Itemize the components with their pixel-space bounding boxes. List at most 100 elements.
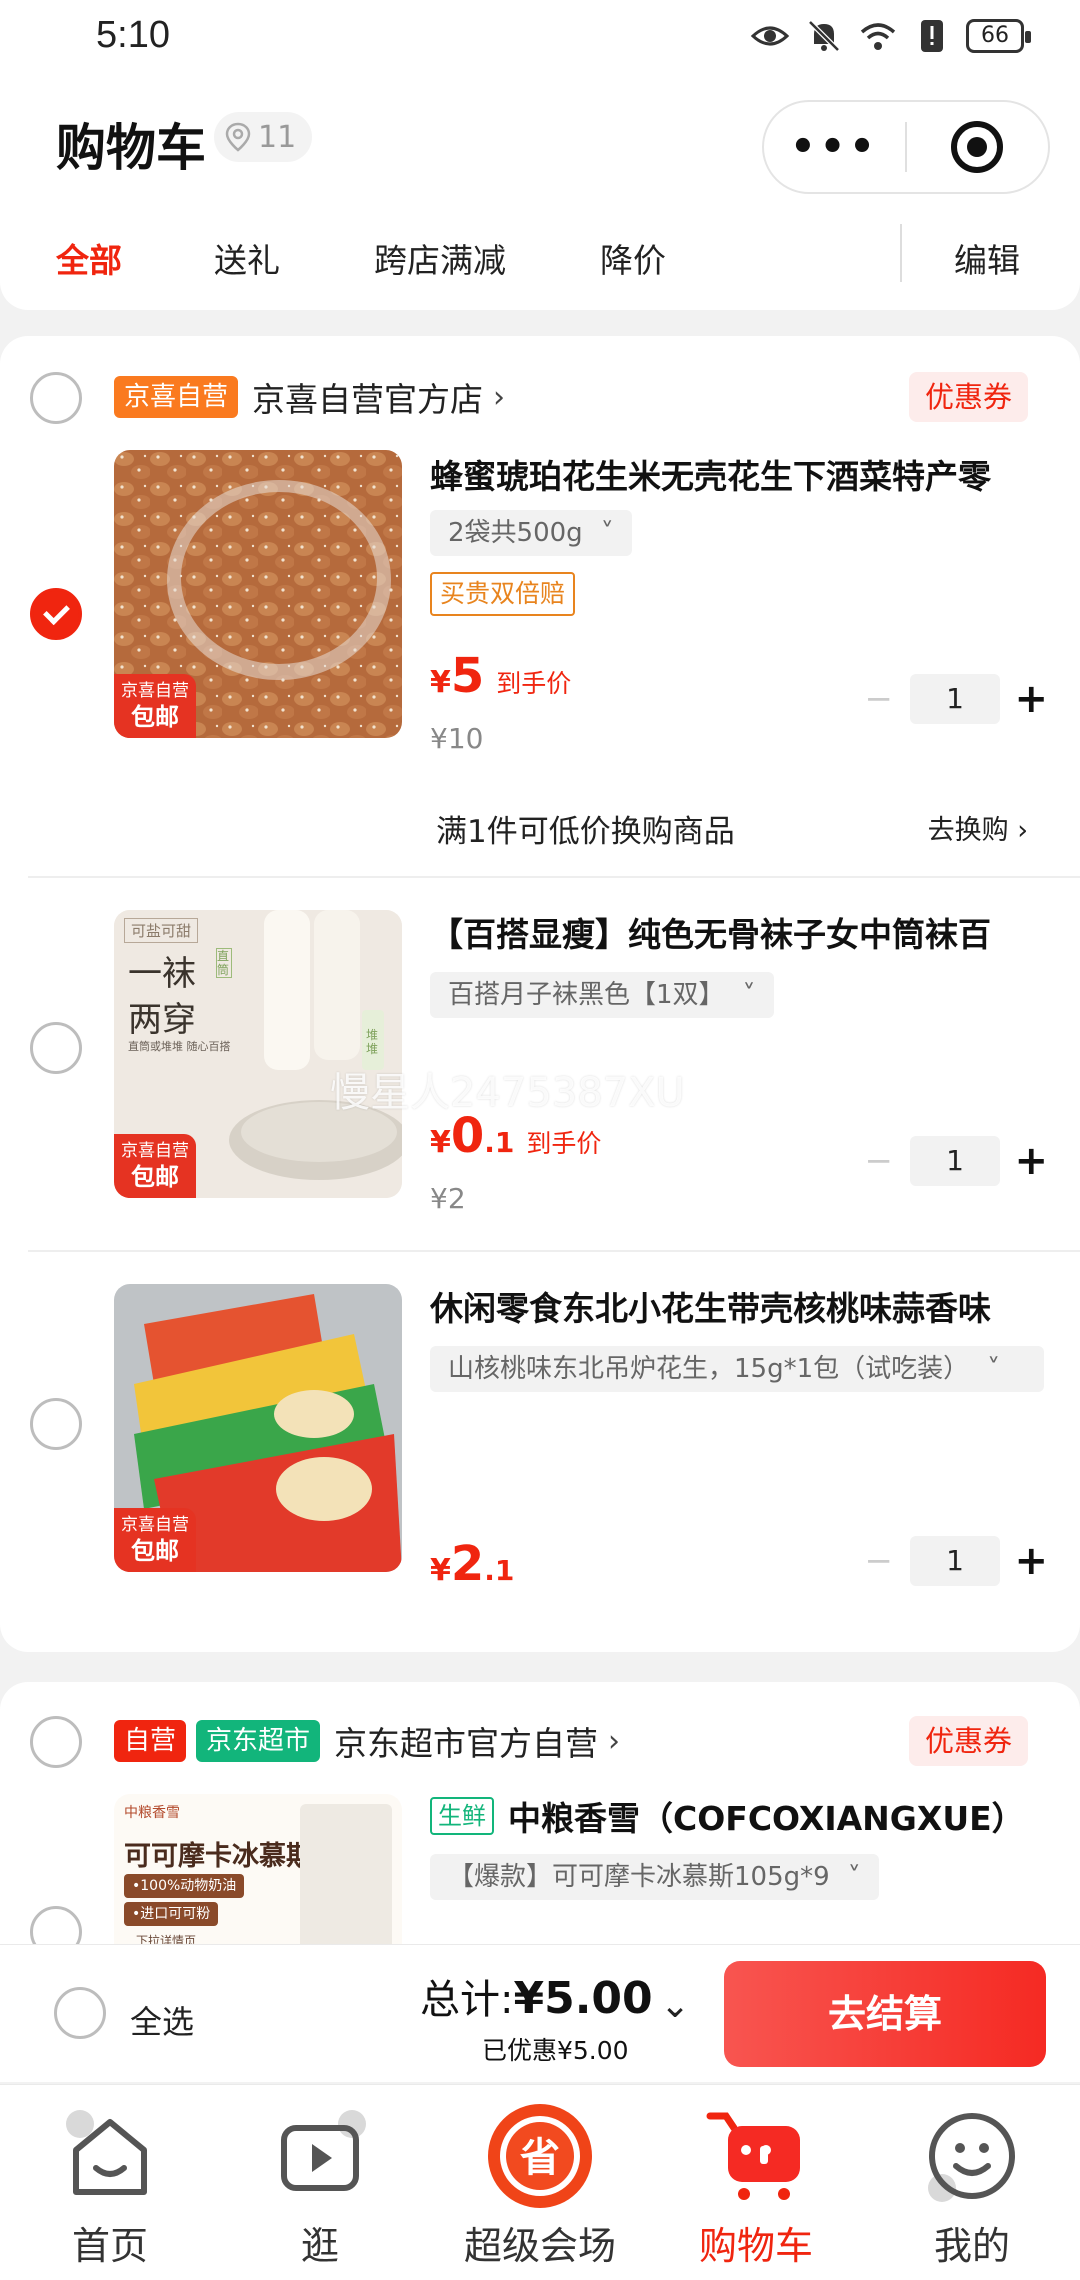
free-shipping-tag: 京喜自营 包邮 (114, 1508, 196, 1572)
mousse-feature-1: •100%动物奶油 (124, 1874, 245, 1898)
free-shipping-tag: 京喜自营 包邮 (114, 674, 196, 738)
chevron-down-icon: ˅ (742, 980, 756, 1010)
quantity-value[interactable]: 1 (909, 1536, 1001, 1586)
location-pin-icon (225, 122, 251, 152)
tab-cross-store-discount[interactable]: 跨店满减 (374, 234, 506, 282)
product-title: 中粮香雪（COFCOXIANGXUE） (508, 1799, 1025, 1838)
nav-profile[interactable]: 我的 (872, 2101, 1072, 2270)
swap-promo-text: 满1件可低价换购商品 (436, 814, 735, 850)
socks-image-label-straight: 直筒 (216, 948, 232, 978)
spec-selector[interactable]: 2袋共500g ˅ (430, 510, 632, 556)
eye-icon (750, 26, 790, 46)
nav-super-venue[interactable]: 省 超级会场 (440, 2101, 640, 2270)
spec-selector[interactable]: 【爆款】可可摩卡冰慕斯105g*9 ˅ (430, 1854, 879, 1900)
product-image-mousse[interactable]: 中粮香雪 可可摩卡冰慕斯 •100%动物奶油 •进口可可粉 下拉详情页 (114, 1794, 402, 1944)
select-all-radio[interactable] (54, 1987, 106, 2039)
mousse-feature-2: •进口可可粉 (124, 1902, 219, 1926)
status-time: 5:10 (96, 14, 170, 56)
quantity-stepper: − 1 + (860, 674, 1050, 724)
self-operated-badge: 自营 (114, 1720, 187, 1762)
battery-indicator: 66 (966, 19, 1031, 53)
shop-name: 京喜自营官方店 (252, 380, 484, 419)
total-price: 总计:¥5.00 (420, 1973, 653, 2024)
shop-header[interactable]: 自营 京东超市 京东超市官方自营 › (114, 1718, 620, 1764)
swap-link[interactable]: 去换购 › (928, 808, 1028, 847)
cart-header: 购物车 11 ••• 全部 送礼 跨店满减 降价 编辑 (0, 74, 1080, 310)
free-shipping-tag: 京喜自营 包邮 (114, 1134, 196, 1198)
mini-program-capsule: ••• (762, 100, 1050, 194)
product-image-snack-peanuts[interactable]: 京喜自营 包邮 (114, 1284, 402, 1572)
product-price: ¥2.1 (430, 1536, 515, 1592)
tab-price-drop[interactable]: 降价 (600, 234, 666, 282)
smiley-icon (917, 2101, 1027, 2211)
shop-select-radio[interactable] (30, 1716, 82, 1768)
product-price: ¥5 到手价 (430, 648, 572, 704)
quantity-stepper: − 1 + (860, 1136, 1050, 1186)
quantity-value[interactable]: 1 (909, 674, 1001, 724)
nav-home[interactable]: 首页 (10, 2101, 210, 2270)
target-icon (951, 121, 1004, 173)
chevron-down-icon: ˅ (847, 1862, 861, 1892)
product-title[interactable]: 【百搭显瘦】纯色无骨袜子女中筒袜百 (430, 908, 1050, 956)
item-select-radio[interactable] (30, 1022, 82, 1074)
chevron-down-icon[interactable]: ⌄ (660, 1985, 690, 2026)
mousse-brand-text: 中粮香雪 (124, 1805, 180, 1821)
shop-card-jingxi: 京喜自营 京喜自营官方店 › 优惠券 京喜自营包邮 蜂蜜琥珀花生米无壳花生下酒 (0, 336, 1080, 1652)
spec-selector[interactable]: 山核桃味东北吊炉花生，15g*1包（试吃装） ˅ (430, 1346, 1044, 1392)
shop-badge: 京喜自营 (114, 376, 239, 418)
more-button[interactable]: ••• (764, 124, 905, 170)
increase-button[interactable]: + (1012, 1541, 1050, 1581)
socks-image-caption: 可盐可甜 (124, 918, 199, 943)
tab-all[interactable]: 全部 (56, 234, 122, 282)
edit-button[interactable]: 编辑 (954, 234, 1020, 282)
mousse-title-text: 可可摩卡冰慕斯 (124, 1841, 313, 1872)
video-play-icon (265, 2101, 375, 2211)
checkout-bar: 全选 总计:¥5.00 已优惠¥5.00 ⌄ 去结算 (0, 1944, 1080, 2082)
product-title[interactable]: 休闲零食东北小花生带壳核桃味蒜香味 (430, 1282, 1050, 1330)
shop-header[interactable]: 京喜自营 京喜自营官方店 › (114, 374, 505, 420)
item-select-radio[interactable] (30, 1398, 82, 1450)
socks-image-label-slouch: 堆堆 (366, 1028, 379, 1056)
increase-button[interactable]: + (1012, 679, 1050, 719)
product-image-socks[interactable]: 可盐可甜 一袜 两穿 直筒或堆堆 随心百搭 直筒 堆堆 京喜自营 包邮 (114, 910, 402, 1198)
cart-icon (701, 2101, 811, 2211)
jd-supermarket-badge: 京东超市 (196, 1720, 321, 1762)
decrease-button[interactable]: − (860, 679, 898, 719)
item-divider (28, 1250, 1080, 1252)
socks-image-headline-2: 两穿 (128, 1000, 196, 1040)
svg-text:省: 省 (520, 2135, 560, 2181)
location-chip[interactable]: 11 (214, 112, 313, 162)
mousse-box-graphic (300, 1804, 392, 1944)
socks-image-headline: 一袜 (128, 954, 196, 994)
spec-selector[interactable]: 百搭月子袜黑色【1双】 ˅ (430, 972, 774, 1018)
checkout-button[interactable]: 去结算 (724, 1961, 1046, 2067)
nav-browse[interactable]: 逛 (220, 2101, 420, 2270)
select-all-label[interactable]: 全选 (130, 1997, 194, 2043)
original-price: ¥10 (430, 722, 484, 755)
chevron-right-icon: › (493, 379, 506, 415)
product-image-peanuts[interactable]: 京喜自营 包邮 (114, 450, 402, 738)
coupon-button[interactable]: 优惠券 (908, 1716, 1028, 1766)
close-button[interactable] (907, 121, 1048, 173)
shop-select-radio[interactable] (30, 372, 82, 424)
decrease-button[interactable]: − (860, 1141, 898, 1181)
chevron-right-icon: › (608, 1723, 621, 1759)
super-venue-icon: 省 (485, 2101, 595, 2211)
nav-cart[interactable]: 购物车 (656, 2101, 856, 2270)
home-icon (55, 2101, 165, 2211)
tab-gift[interactable]: 送礼 (214, 234, 280, 282)
shop-card-jd-supermarket: 自营 京东超市 京东超市官方自营 › 优惠券 中粮香雪 可可摩卡冰慕斯 •100… (0, 1682, 1080, 1944)
product-title[interactable]: 蜂蜜琥珀花生米无壳花生下酒菜特产零 (430, 450, 1050, 498)
coupon-button[interactable]: 优惠券 (908, 372, 1028, 422)
chevron-down-icon: ˅ (600, 518, 614, 548)
increase-button[interactable]: + (1012, 1141, 1050, 1181)
item-select-radio[interactable] (30, 1906, 82, 1944)
shop-name: 京东超市官方自营 (334, 1724, 599, 1763)
bottom-nav: 首页 逛 省 超级会场 购物车 我的 (0, 2084, 1080, 2280)
decrease-button[interactable]: − (860, 1541, 898, 1581)
quantity-value[interactable]: 1 (909, 1136, 1001, 1186)
item-select-radio[interactable] (30, 588, 82, 640)
chevron-down-icon: ˅ (987, 1354, 1001, 1384)
product-title-row[interactable]: 生鲜 中粮香雪（COFCOXIANGXUE） (430, 1792, 1050, 1840)
location-count: 11 (258, 119, 297, 155)
